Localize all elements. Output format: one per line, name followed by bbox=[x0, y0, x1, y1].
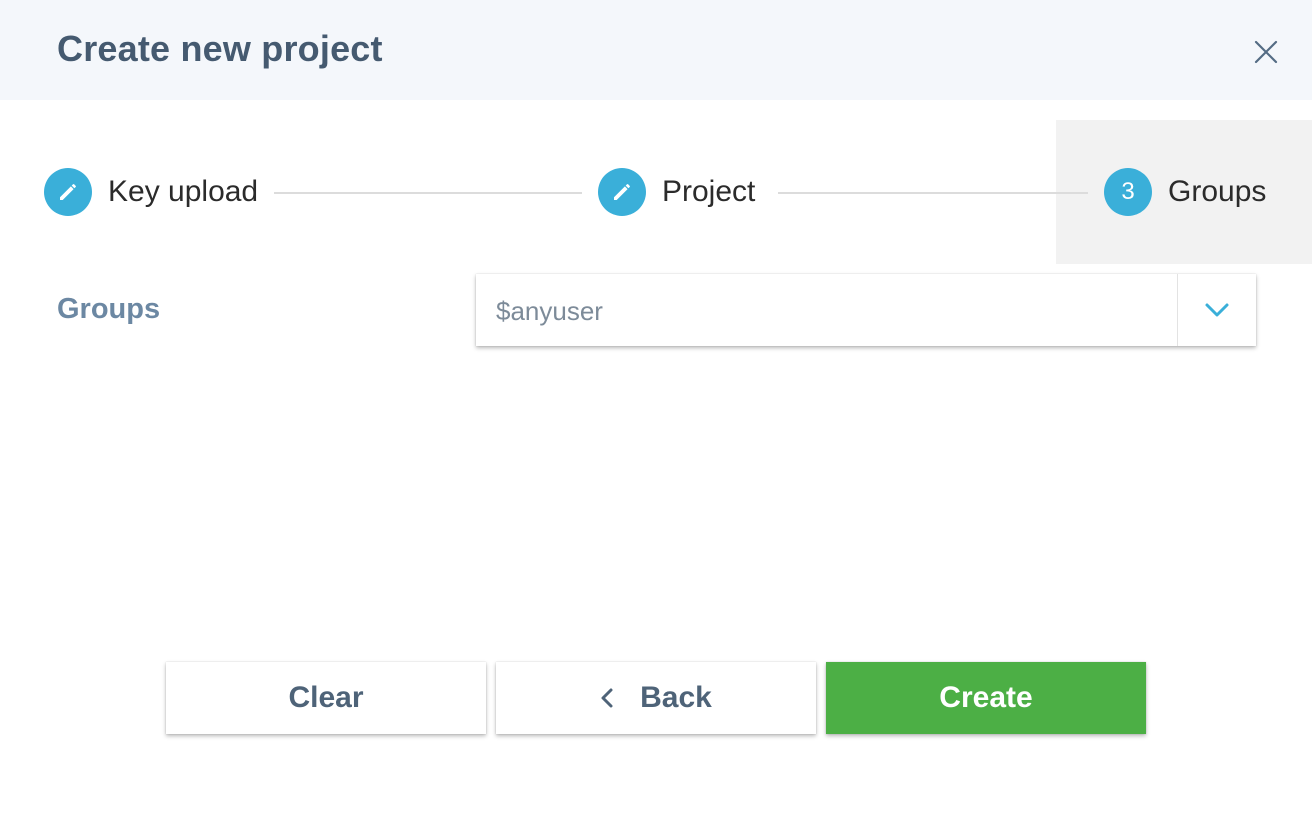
step-project[interactable]: Project bbox=[598, 168, 755, 216]
step-key-upload[interactable]: Key upload bbox=[44, 168, 258, 216]
groups-select[interactable]: $anyuser bbox=[476, 274, 1256, 346]
step-label: Key upload bbox=[108, 175, 259, 208]
clear-button[interactable]: Clear bbox=[166, 662, 486, 734]
create-project-dialog: Create new project Key upload Project 3 … bbox=[0, 0, 1312, 820]
close-icon bbox=[1254, 40, 1278, 64]
close-button[interactable] bbox=[1248, 34, 1284, 70]
back-button[interactable]: Back bbox=[496, 662, 816, 734]
groups-select-value: $anyuser bbox=[496, 296, 603, 326]
dialog-header: Create new project bbox=[0, 0, 1312, 100]
create-button-label: Create bbox=[939, 681, 1033, 714]
clear-button-label: Clear bbox=[288, 681, 364, 714]
dialog-title: Create new project bbox=[57, 28, 383, 69]
dropdown-toggle[interactable] bbox=[1178, 274, 1256, 346]
step-label: Project bbox=[662, 175, 756, 208]
create-button[interactable]: Create bbox=[826, 662, 1146, 734]
groups-label: Groups bbox=[57, 293, 161, 325]
step-groups[interactable]: 3 Groups bbox=[1104, 168, 1266, 216]
step-number-badge: 3 bbox=[1104, 168, 1152, 216]
pencil-icon bbox=[44, 168, 92, 216]
back-button-label: Back bbox=[640, 681, 712, 714]
step-connector bbox=[778, 192, 1088, 194]
step-connector bbox=[274, 192, 582, 194]
step-label: Groups bbox=[1168, 175, 1267, 208]
chevron-down-icon bbox=[1205, 303, 1229, 317]
chevron-left-icon bbox=[601, 688, 613, 708]
pencil-icon bbox=[598, 168, 646, 216]
stepper: Key upload Project 3 Groups bbox=[0, 120, 1312, 264]
